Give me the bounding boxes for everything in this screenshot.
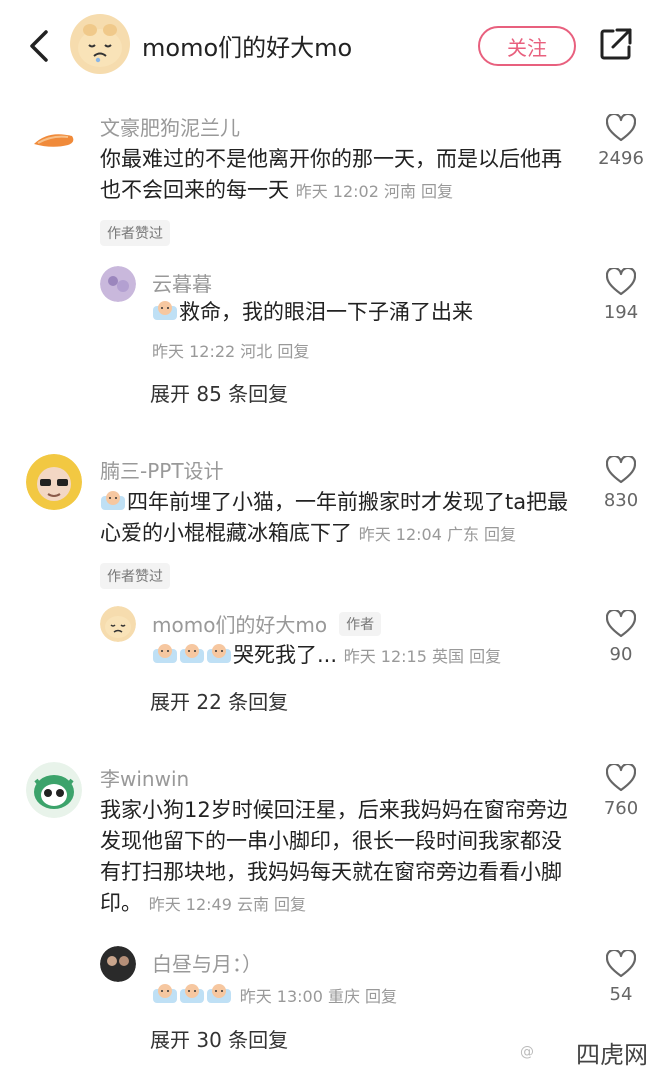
like-count: 54 <box>609 984 633 1005</box>
glasses-avatar-icon <box>26 454 82 510</box>
site-watermark: 四虎网 <box>572 1033 652 1072</box>
heart-icon[interactable] <box>606 456 636 484</box>
commenter-name[interactable]: 文豪肥狗泥兰儿 <box>100 112 240 141</box>
top-bar: momo们的好大mo 关注 <box>0 0 660 92</box>
expand-replies-button[interactable]: 展开 30 条回复 <box>150 1024 288 1053</box>
author-liked-badge: 作者赞过 <box>100 220 170 246</box>
photo-avatar-icon <box>100 946 136 982</box>
crying-emoji-icon <box>180 644 204 663</box>
purple-avatar-icon <box>100 266 136 302</box>
commenter-name[interactable]: 李winwin <box>100 763 189 792</box>
reply-name[interactable]: 白昼与月：） <box>152 948 262 977</box>
commenter-avatar[interactable] <box>26 112 82 168</box>
heart-icon[interactable] <box>606 764 636 792</box>
cartoon-avatar-icon <box>78 24 122 67</box>
page-title: momo们的好大mo <box>142 34 353 62</box>
crying-emoji-icon <box>153 644 177 663</box>
back-arrow-icon[interactable] <box>22 26 58 66</box>
heart-icon[interactable] <box>606 950 636 978</box>
expand-replies-button[interactable]: 展开 22 条回复 <box>150 686 288 715</box>
crying-emoji-icon <box>101 491 125 510</box>
cartoon-avatar-icon <box>100 606 136 642</box>
like-count: 90 <box>609 644 633 665</box>
crying-emoji-icon <box>207 644 231 663</box>
comment-meta[interactable]: 昨天 12:49 云南 回复 <box>149 895 306 914</box>
reply-avatar[interactable] <box>100 266 136 302</box>
reply-avatar[interactable] <box>100 606 136 642</box>
like-count: 2496 <box>598 148 644 169</box>
reply-meta[interactable]: 昨天 12:15 英国 回复 <box>344 647 501 666</box>
commenter-avatar[interactable] <box>26 762 82 818</box>
reply-text: 昨天 13:00 重庆 回复 <box>152 980 582 1012</box>
green-character-avatar-icon <box>26 762 82 818</box>
crying-emoji-icon <box>153 301 177 320</box>
like-count: 194 <box>603 302 639 323</box>
crying-emoji-icon <box>153 984 177 1003</box>
reply-meta[interactable]: 昨天 13:00 重庆 回复 <box>240 987 397 1006</box>
follow-button[interactable]: 关注 <box>478 26 576 66</box>
comment-meta[interactable]: 昨天 12:04 广东 回复 <box>359 525 516 544</box>
reply-name[interactable]: 云暮暮 <box>152 268 212 297</box>
commenter-name[interactable]: 腩三-PPT设计 <box>100 455 224 484</box>
food-avatar-icon <box>26 112 82 168</box>
heart-icon[interactable] <box>606 268 636 296</box>
reply-avatar[interactable] <box>100 946 136 982</box>
comment-text: 我家小狗12岁时候回汪星，后来我妈妈在窗帘旁边发现他留下的一串小脚印，很长一段时… <box>100 798 568 915</box>
reply-name: momo们的好大mo 作者 <box>152 609 382 638</box>
share-icon[interactable] <box>598 26 634 62</box>
like-count: 830 <box>603 490 639 511</box>
commenter-avatar[interactable] <box>26 454 82 510</box>
crying-emoji-icon <box>207 984 231 1003</box>
heart-icon[interactable] <box>606 114 636 142</box>
weibo-watermark: @ <box>520 1044 534 1060</box>
expand-replies-button[interactable]: 展开 85 条回复 <box>150 378 288 407</box>
comment-text: 你最难过的不是他离开你的那一天，而是以后他再也不会回来的每一天 昨天 12:02… <box>100 147 562 202</box>
comment-meta[interactable]: 昨天 12:02 河南 回复 <box>296 182 453 201</box>
reply-meta[interactable]: 昨天 12:22 河北 回复 <box>152 338 309 362</box>
like-count: 760 <box>603 798 639 819</box>
heart-icon[interactable] <box>606 610 636 638</box>
author-liked-badge: 作者赞过 <box>100 563 170 589</box>
reply-text: 救命，我的眼泪一下子涌了出来 <box>152 297 572 328</box>
comment-text: 四年前埋了小猫，一年前搬家时才发现了ta把最心爱的小棍棍藏冰箱底下了 昨天 12… <box>100 490 569 545</box>
profile-avatar[interactable] <box>70 14 130 74</box>
author-tag: 作者 <box>339 612 382 636</box>
reply-text: 哭死我了... 昨天 12:15 英国 回复 <box>152 640 582 672</box>
crying-emoji-icon <box>180 984 204 1003</box>
